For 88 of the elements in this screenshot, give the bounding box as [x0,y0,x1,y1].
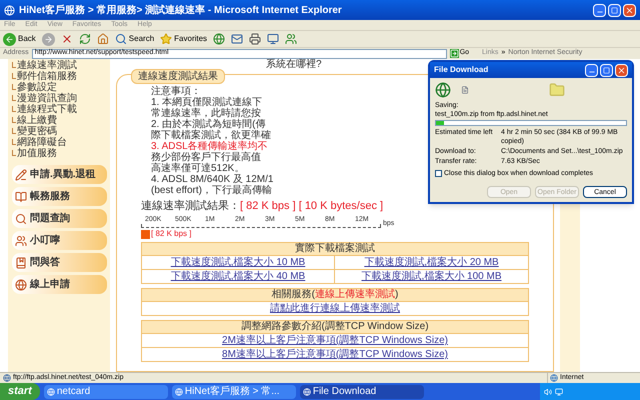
mail-icon[interactable] [231,33,244,45]
sidebar-link[interactable]: 漫遊資訊查詢 [17,93,77,104]
download-link[interactable]: 下載速度測試,檔案大小 20 MB [364,257,499,268]
minimize-button[interactable] [585,64,598,76]
forward-arrow-icon [44,34,53,44]
maximize-icon [603,66,610,74]
note-line: 務少部份客戶下行最高值 [151,152,261,163]
note-line: 際下載檔案測試，欲更準確 [151,130,271,141]
print-icon[interactable] [249,33,262,45]
close-button[interactable] [615,64,628,76]
sidebar-button[interactable]: 申請.異動.退租 [12,165,107,184]
result-value: [ 82 K bps ] [ 10 K bytes/sec ] [240,200,384,213]
window-title: File Download [434,64,490,76]
note-line: 高速率僅可達512K。 [151,163,244,174]
note-line: 注意事項： [151,86,201,97]
sidebar-button[interactable]: 問題查詢 [12,209,107,228]
note-line: (best effort)，下行最高傳輸 [151,185,272,196]
globe-icon [174,388,183,396]
globe-icon [435,82,451,98]
search-button[interactable]: Search [114,33,154,45]
note-line: 3. ADSL各種傳輸速率均不 [151,141,268,152]
volume-icon[interactable] [544,388,552,396]
taskbar-button[interactable]: File Download [300,384,424,398]
table-heading: 相關服務(連線上傳速率測試) [142,289,528,302]
download-link[interactable]: 請點此進行連線上傳速率測試 [270,303,400,314]
table-heading: 實際下載檔案測試 [142,243,528,256]
search-icon [114,33,127,45]
book-icon [15,256,27,268]
download-link[interactable]: 下載速度測試,檔案大小 100 MB [361,271,502,282]
magnifier-icon [15,212,27,224]
sidebar-button[interactable]: 帳務服務 [12,187,107,206]
taskbar-button[interactable]: HiNet客戶服務 > 常... [172,384,296,398]
refresh-icon[interactable] [78,33,91,45]
sidebar-button[interactable]: 線上申請 [12,275,107,294]
pencil-icon [15,168,27,180]
sidebar-link[interactable]: 線上繳費 [17,115,57,126]
page-icon [3,374,11,382]
sidebar-button[interactable]: 小叮嚀 [12,231,107,250]
favorites-button[interactable]: Favorites [160,33,208,45]
sidebar-link[interactable]: 郵件信箱服務 [17,71,77,82]
note-line: 常連線速率，此時請您按 [151,108,261,119]
sidebar-link[interactable]: 加值服務 [17,148,57,159]
minimize-button[interactable] [593,4,606,16]
paper-icon [461,86,469,94]
maximize-button[interactable] [600,64,613,76]
maximize-icon [611,6,618,14]
note-line: 4. ADSL 8M/640K 及 12M/1 [151,174,274,185]
monitor-icon[interactable] [267,33,280,45]
result-label: 連線速率測試結果： [141,200,240,213]
speed-marker-icon [141,230,150,238]
sidebar-link[interactable]: 參數設定 [17,82,57,93]
book-icon [15,190,27,202]
download-link[interactable]: 2M速率以上客戶注意事項(調整TCP Windows Size) [222,335,448,346]
media-icon[interactable] [213,33,226,45]
sidebar-link[interactable]: 連線程式下載 [17,104,77,115]
maximize-button[interactable] [608,4,621,16]
globe-icon [46,388,55,396]
close-icon [617,66,626,74]
download-link[interactable]: 下載速度測試,檔案大小 40 MB [170,271,306,282]
sidebar-button[interactable]: 問與答 [12,253,107,272]
globe-icon [4,4,15,16]
back-button[interactable]: Back [3,32,36,46]
sidebar-link[interactable]: 連線速率測試 [17,60,77,71]
globe-icon [550,374,558,382]
notice-text: 系統在哪裡? [266,59,322,70]
globe-icon [15,278,27,290]
sidebar-link[interactable]: 變更密碼 [17,126,57,137]
people-icon [15,234,27,246]
download-link[interactable]: 下載速度測試,檔案大小 10 MB [170,257,306,268]
close-button[interactable] [623,4,636,16]
monitor-icon[interactable] [555,388,563,396]
sidebar-link[interactable]: 網路障礙台 [17,137,67,148]
globe-icon [302,388,311,396]
star-icon [160,33,172,45]
note-line: 1. 本網頁僅限測試連線下 [151,97,262,108]
start-button[interactable]: start [0,383,40,400]
close-icon [625,6,634,14]
note-line: 2. 由於本測試為短時間(傳 [151,119,266,130]
speed-reading: [ 82 K bps ] [151,229,192,239]
download-link[interactable]: 8M速率以上客戶注意事項(調整TCP Windows Size) [222,349,448,360]
people-icon[interactable] [285,33,298,45]
taskbar-button[interactable]: netcard [44,384,168,398]
stop-icon[interactable] [60,33,73,45]
window-title: HiNet客戶服務 > 常用服務> 測試連線速率 - Microsoft Internet Explorer [19,3,343,18]
table-heading: 調整網路參數介紹(調整TCP Window Size) [142,321,528,334]
folder-icon [549,82,565,98]
close-checkbox[interactable] [435,170,442,177]
home-icon[interactable] [96,33,109,45]
